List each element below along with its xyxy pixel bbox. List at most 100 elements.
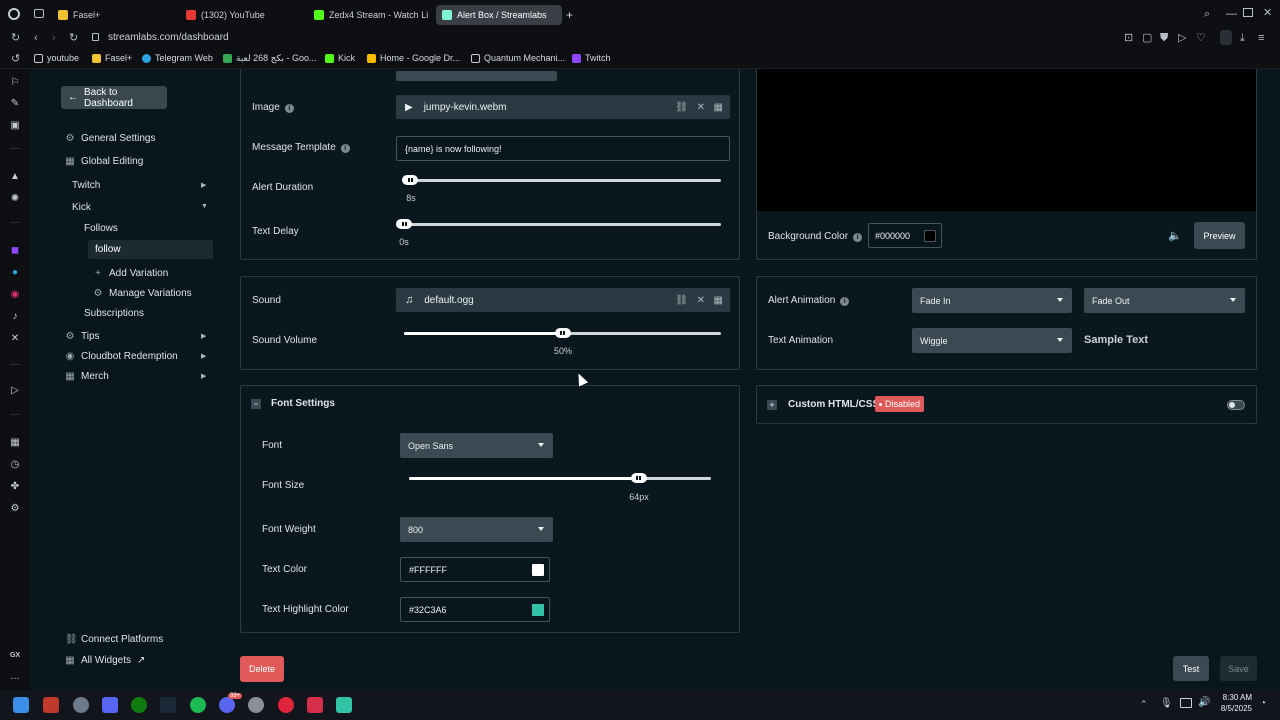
discord-icon[interactable] <box>219 697 235 713</box>
global-editing-link[interactable]: ▦ Global Editing <box>65 156 143 167</box>
game-controller-icon[interactable] <box>102 697 118 713</box>
bookmark-kick[interactable]: Kick <box>325 53 355 63</box>
general-settings-link[interactable]: ⚙ General Settings <box>65 133 156 144</box>
delete-button[interactable]: Delete <box>240 656 284 682</box>
bookmark-youtube[interactable]: youtube <box>34 53 79 63</box>
instagram-icon[interactable]: ◉ <box>9 289 21 301</box>
background-color-input[interactable]: #000000 <box>868 223 942 248</box>
opera-gx-taskbar-icon[interactable] <box>278 697 294 713</box>
xbox-icon[interactable] <box>131 697 147 713</box>
grid-icon[interactable]: ▦ <box>714 102 723 113</box>
text-color-swatch[interactable] <box>532 564 544 576</box>
slider-thumb[interactable] <box>396 219 412 229</box>
reload-icon[interactable]: ↻ <box>69 32 78 44</box>
bookmark-telegram[interactable]: Telegram Web <box>142 53 213 63</box>
gx-icon[interactable]: GX <box>9 650 21 662</box>
manage-variations-link[interactable]: ⚙ Manage Variations <box>93 288 192 299</box>
streamlabs-taskbar-icon[interactable] <box>336 697 352 713</box>
tab-youtube[interactable]: (1302) YouTube <box>186 5 306 25</box>
add-variation-link[interactable]: + Add Variation <box>93 268 168 279</box>
all-widgets-link[interactable]: ▦ All Widgets ↗ <box>65 655 145 666</box>
aria-ai-icon[interactable]: ▲ <box>9 171 21 183</box>
text-color-input[interactable]: #FFFFFF <box>400 557 550 582</box>
close-window-icon[interactable]: ✕ <box>1263 7 1272 19</box>
back-icon[interactable]: ‹ <box>34 32 38 44</box>
background-color-swatch[interactable] <box>924 230 936 242</box>
nav-tips[interactable]: ⚙ Tips <box>65 331 100 342</box>
highlight-color-swatch[interactable] <box>532 604 544 616</box>
bookmark-google-drive-home[interactable]: Home - Google Dr... <box>367 53 460 63</box>
bookmark-icon[interactable]: ▢ <box>1142 32 1152 44</box>
menu-icon[interactable]: ≡ <box>1258 32 1264 44</box>
search-tabs-icon[interactable]: ⌕ <box>1204 8 1210 20</box>
workspace-m-icon[interactable]: ▣ <box>9 120 21 132</box>
x-twitter-icon[interactable]: ✕ <box>9 333 21 345</box>
maximize-icon[interactable] <box>1243 8 1253 17</box>
tab-workspace-icon[interactable] <box>34 9 44 18</box>
palette-icon[interactable]: ✎ <box>9 98 21 110</box>
info-icon[interactable]: i <box>284 104 294 113</box>
new-tab-button[interactable]: + <box>566 5 576 25</box>
app-icon[interactable] <box>248 697 264 713</box>
save-button[interactable]: Save <box>1220 656 1257 681</box>
info-icon[interactable]: i <box>853 233 863 242</box>
speaker-icon[interactable]: 🔈 <box>1168 229 1182 242</box>
animation-out-select[interactable]: Fade Out <box>1084 288 1245 313</box>
red-app-icon[interactable] <box>307 697 323 713</box>
microphone-icon[interactable]: 🎙 <box>1160 698 1173 709</box>
close-icon[interactable]: ✕ <box>697 295 705 306</box>
test-button[interactable]: Test <box>1173 656 1209 681</box>
nav-follows[interactable]: Follows <box>84 223 118 234</box>
opera-menu-icon[interactable] <box>8 8 20 20</box>
more-icon[interactable]: … <box>9 671 21 683</box>
custom-css-toggle[interactable] <box>1227 400 1245 410</box>
nav-subscriptions[interactable]: Subscriptions <box>84 308 144 319</box>
telegram-icon[interactable]: ● <box>9 267 21 279</box>
bookmark-fasel[interactable]: Fasel+ <box>92 53 132 63</box>
download-icon[interactable]: ⤓ <box>1240 32 1245 44</box>
connect-platforms-link[interactable]: ⛓ Connect Platforms <box>65 634 163 645</box>
history-icon[interactable]: ↺ <box>11 53 20 65</box>
refresh-sidebar-icon[interactable]: ↻ <box>11 32 20 44</box>
twitch-icon[interactable]: ◼ <box>9 245 21 257</box>
bookmark-google-drive-games[interactable]: بكج 268 لعبة - Goo... <box>223 53 316 64</box>
collapse-toggle[interactable]: − <box>251 399 261 409</box>
extension-icon[interactable] <box>1220 30 1232 45</box>
image-file-field[interactable]: ▶ jumpy-kevin.webm ⛓ ✕ ▦ <box>396 95 730 119</box>
shield-icon[interactable]: ⛊ <box>1160 32 1168 44</box>
bookmark-quantum[interactable]: Quantum Mechani... <box>471 53 565 63</box>
media-type-select[interactable] <box>396 71 557 81</box>
forward-icon[interactable]: › <box>52 32 56 44</box>
snapshot-icon[interactable]: ⊡ <box>1124 32 1133 44</box>
history-icon[interactable]: ◷ <box>9 459 21 471</box>
slider-thumb[interactable] <box>554 328 571 338</box>
text-animation-select[interactable]: Wiggle <box>912 328 1072 353</box>
notifications-icon[interactable]: ◔ <box>1260 698 1266 709</box>
sound-volume-slider[interactable] <box>404 328 721 338</box>
link-icon[interactable]: ⛓ <box>675 102 688 113</box>
back-to-dashboard-button[interactable]: ← Back to Dashboard <box>61 86 167 109</box>
text-delay-slider[interactable] <box>396 219 721 229</box>
slider-thumb[interactable] <box>402 175 419 185</box>
windows-start-icon[interactable] <box>13 697 29 713</box>
display-icon[interactable] <box>1180 698 1192 708</box>
link-icon[interactable]: ⛓ <box>675 295 688 306</box>
animation-in-select[interactable]: Fade In <box>912 288 1072 313</box>
info-icon[interactable]: i <box>840 297 850 306</box>
text-highlight-color-input[interactable]: #32C3A6 <box>400 597 550 622</box>
tab-streamlabs-alert-box[interactable]: Alert Box / Streamlabs <box>436 5 562 25</box>
info-icon[interactable]: i <box>340 144 350 153</box>
expand-toggle[interactable]: + <box>767 400 777 410</box>
clock-date[interactable]: 8/5/2025 <box>1214 704 1252 713</box>
tray-chevron-icon[interactable]: ⌃ <box>1140 699 1148 710</box>
tab-kick-stream[interactable]: Zedx4 Stream - Watch Li <box>314 5 429 25</box>
steam-icon[interactable] <box>160 697 176 713</box>
slider-thumb[interactable] <box>630 473 647 483</box>
extensions-icon[interactable]: ✤ <box>9 481 21 493</box>
tiktok-icon[interactable]: ♪ <box>9 311 21 323</box>
volume-icon[interactable]: 🔊 <box>1198 697 1210 708</box>
spotify-icon[interactable] <box>190 697 206 713</box>
bookmark-twitch[interactable]: Twitch <box>572 53 611 63</box>
video-app-icon[interactable] <box>43 697 59 713</box>
settings-app-icon[interactable] <box>73 697 89 713</box>
